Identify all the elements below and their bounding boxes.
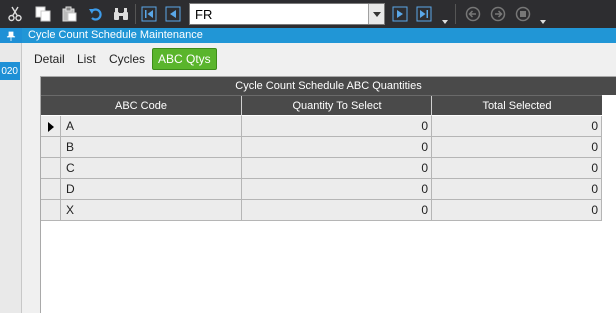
- window-title: Cycle Count Schedule Maintenance: [22, 28, 616, 43]
- prev-record-icon[interactable]: [162, 3, 184, 25]
- total-selected-cell[interactable]: 0: [432, 158, 602, 179]
- record-combo-value: FR: [195, 7, 213, 22]
- tab-abc-qtys[interactable]: ABC Qtys: [152, 48, 217, 70]
- row-selector[interactable]: [41, 116, 61, 137]
- total-selected-cell[interactable]: 0: [432, 116, 602, 137]
- tab-detail[interactable]: Detail: [34, 50, 65, 68]
- tab-list[interactable]: List: [77, 50, 96, 68]
- column-header-total-selected[interactable]: Total Selected: [432, 96, 602, 116]
- quantity-to-select-cell[interactable]: 0: [242, 116, 432, 137]
- cut-icon[interactable]: [4, 3, 26, 25]
- toolbar: FR: [0, 0, 616, 28]
- table-row[interactable]: C 0 0: [41, 158, 602, 179]
- back-icon[interactable]: [462, 3, 484, 25]
- column-header-quantity-to-select[interactable]: Quantity To Select: [242, 96, 432, 116]
- row-selector[interactable]: [41, 200, 61, 221]
- last-record-icon[interactable]: [413, 3, 435, 25]
- chevron-down-icon[interactable]: [368, 4, 384, 24]
- record-combo[interactable]: FR: [189, 3, 385, 25]
- home-icon[interactable]: [512, 3, 534, 25]
- total-selected-cell[interactable]: 0: [432, 200, 602, 221]
- quantity-to-select-cell[interactable]: 0: [242, 158, 432, 179]
- toolbar-overflow-icon[interactable]: [539, 14, 547, 24]
- abc-code-cell[interactable]: A: [61, 116, 242, 137]
- abc-code-cell[interactable]: C: [61, 158, 242, 179]
- column-header-abc-code[interactable]: ABC Code: [41, 96, 241, 116]
- toolbar-separator: [455, 4, 456, 24]
- forward-icon[interactable]: [487, 3, 509, 25]
- table-row[interactable]: D 0 0: [41, 179, 602, 200]
- paste-icon[interactable]: [58, 3, 80, 25]
- first-record-icon[interactable]: [138, 3, 160, 25]
- grid-caption: Cycle Count Schedule ABC Quantities: [41, 77, 616, 95]
- current-row-arrow-icon: [48, 122, 54, 132]
- total-selected-cell[interactable]: 0: [432, 137, 602, 158]
- row-selector[interactable]: [41, 137, 61, 158]
- table-row[interactable]: X 0 0: [41, 200, 602, 221]
- abc-code-cell[interactable]: D: [61, 179, 242, 200]
- content-panel: Cycle Count Schedule ABC Quantities ABC …: [40, 76, 616, 313]
- left-dock-tag[interactable]: 020: [0, 62, 20, 80]
- binoculars-icon[interactable]: [110, 3, 132, 25]
- toolbar-separator: [135, 4, 136, 24]
- quantity-to-select-cell[interactable]: 0: [242, 137, 432, 158]
- row-selector[interactable]: [41, 158, 61, 179]
- row-selector[interactable]: [41, 179, 61, 200]
- quantity-to-select-cell[interactable]: 0: [242, 179, 432, 200]
- tab-cycles[interactable]: Cycles: [109, 50, 145, 68]
- abc-code-cell[interactable]: X: [61, 200, 242, 221]
- undo-icon[interactable]: [85, 3, 107, 25]
- abc-code-cell[interactable]: B: [61, 137, 242, 158]
- toolbar-overflow-icon[interactable]: [441, 14, 449, 24]
- pin-icon[interactable]: [0, 28, 22, 43]
- table-row[interactable]: B 0 0: [41, 137, 602, 158]
- tab-bar: Detail List Cycles ABC Qtys: [28, 46, 616, 72]
- next-record-icon[interactable]: [389, 3, 411, 25]
- grid-header: ABC Code Quantity To Select Total Select…: [41, 95, 602, 116]
- total-selected-cell[interactable]: 0: [432, 179, 602, 200]
- table-row[interactable]: A 0 0: [41, 116, 602, 137]
- quantity-to-select-cell[interactable]: 0: [242, 200, 432, 221]
- copy-icon[interactable]: [32, 3, 54, 25]
